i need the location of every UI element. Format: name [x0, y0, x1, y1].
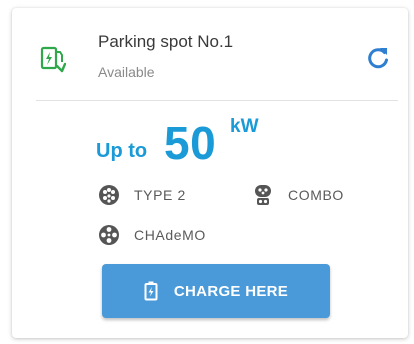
ev-charger-icon — [40, 46, 66, 73]
connector-label: TYPE 2 — [134, 187, 186, 203]
connector-chademo: CHAdeMO — [98, 224, 206, 246]
divider — [36, 100, 398, 101]
battery-charge-icon — [144, 281, 158, 301]
refresh-icon[interactable] — [364, 44, 392, 72]
spot-title: Parking spot No.1 — [98, 32, 234, 51]
spot-status: Available — [98, 64, 155, 80]
connector-combo: COMBO — [252, 184, 344, 206]
charge-here-button[interactable]: CHARGE HERE — [102, 264, 330, 318]
connector-type2: TYPE 2 — [98, 184, 186, 206]
combo-connector-icon — [255, 185, 271, 205]
power-unit: kW — [230, 116, 259, 137]
type2-connector-icon — [99, 185, 119, 205]
power-prefix: Up to — [96, 140, 148, 162]
charge-button-label: CHARGE HERE — [173, 282, 289, 300]
connector-label: CHAdeMO — [134, 227, 206, 243]
chademo-connector-icon — [99, 225, 119, 245]
power-value: 50 — [164, 117, 217, 169]
connector-label: COMBO — [288, 187, 344, 203]
